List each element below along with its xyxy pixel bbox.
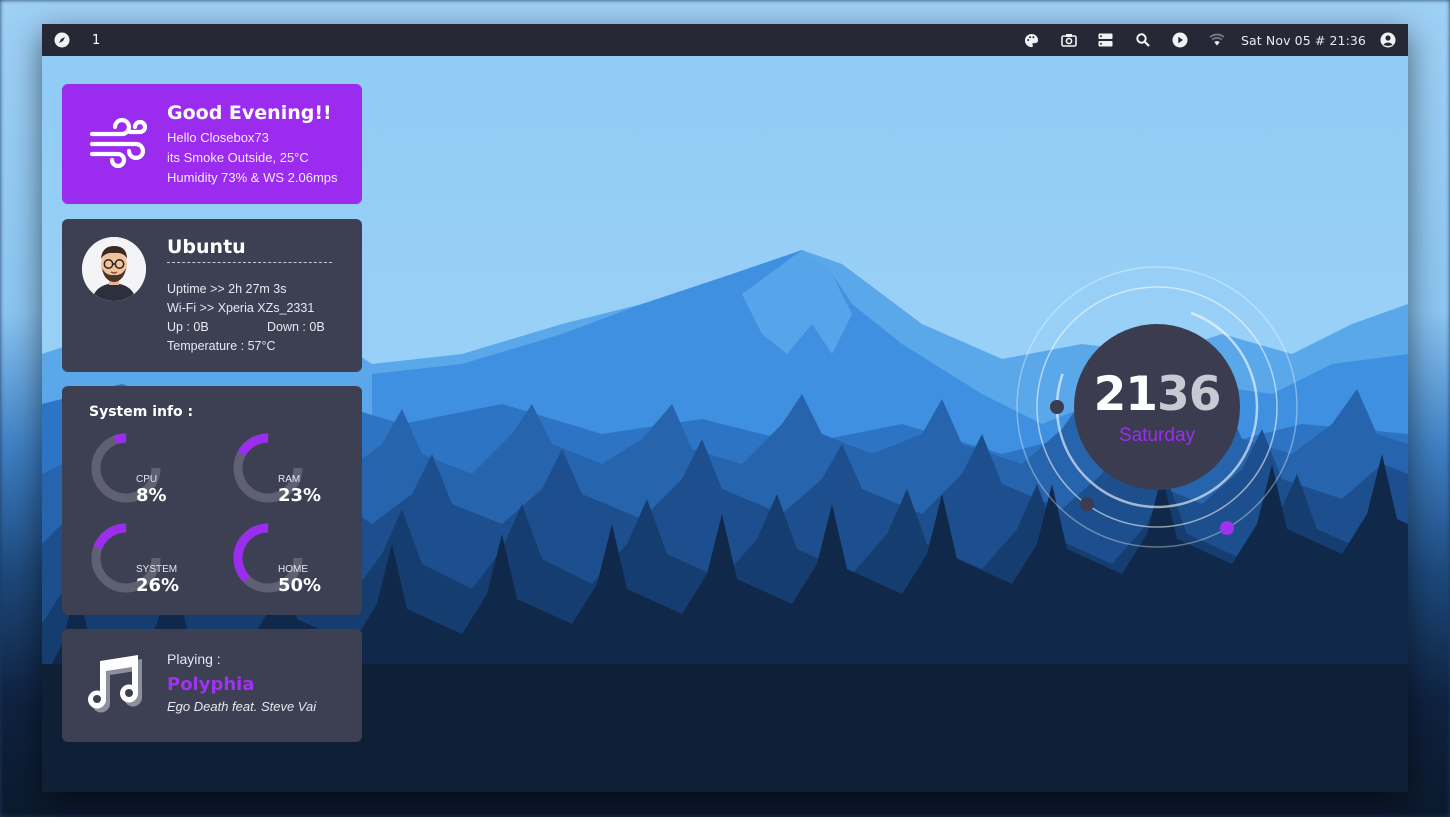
play-icon[interactable]: [1161, 24, 1198, 56]
weather-condition: its Smoke Outside, 25°C: [167, 150, 309, 165]
temperature-text: Temperature : 57°C: [167, 339, 276, 353]
os-title: Ubuntu: [167, 236, 246, 258]
clock-hour: 21: [1093, 367, 1158, 422]
gauge-value: 23%: [278, 485, 322, 506]
music-card: Playing : Polyphia Ego Death feat. Steve…: [62, 629, 362, 742]
clock-dot-bottom: [1080, 497, 1094, 511]
panel-clock[interactable]: Sat Nov 05 # 21:36: [1235, 33, 1376, 48]
weather-humidity: Humidity 73% & WS 2.06mps: [167, 170, 338, 185]
clock-dot-accent: [1220, 521, 1234, 535]
avatar: [82, 237, 146, 301]
greeting-title: Good Evening!!: [167, 102, 332, 124]
gauge-label: SYSTEM: [136, 564, 178, 575]
home-gauge: HOME 50%: [232, 522, 382, 607]
palette-icon[interactable]: [1013, 24, 1050, 56]
clock-widget: 2136 Saturday: [1012, 262, 1302, 552]
cpu-gauge: CPU 8%: [90, 432, 240, 517]
profile-card: Ubuntu Uptime >> 2h 27m 3s Wi-Fi >> Xper…: [62, 219, 362, 372]
system-info-card: System info : CPU 8% RAM 23% SYSTEM 26% …: [62, 386, 362, 615]
wind-icon: [88, 117, 150, 169]
track-title: Ego Death feat. Steve Vai: [167, 699, 317, 714]
top-panel: 1 Sat Nov 05 # 21:36: [42, 24, 1408, 56]
desktop-screen: 1 Sat Nov 05 # 21:36 Good Evening!! Hell…: [42, 24, 1408, 792]
search-icon[interactable]: [1124, 24, 1161, 56]
server-icon[interactable]: [1087, 24, 1124, 56]
gauge-value: 8%: [136, 485, 167, 506]
playing-label: Playing :: [167, 651, 221, 667]
gauge-value: 50%: [278, 575, 322, 596]
gauge-label: CPU: [136, 474, 158, 485]
camera-icon[interactable]: [1050, 24, 1087, 56]
ram-gauge: RAM 23%: [232, 432, 382, 517]
music-note-icon: [82, 653, 148, 717]
divider: [167, 262, 332, 263]
workspace-indicator[interactable]: 1: [92, 33, 100, 48]
gauge-label: RAM: [278, 474, 301, 485]
upload-text: Up : 0B: [167, 320, 209, 334]
artist-name: Polyphia: [167, 674, 255, 695]
clock-time: 2136: [1012, 367, 1302, 422]
wifi-text: Wi-Fi >> Xperia XZs_2331: [167, 301, 315, 315]
clock-minute: 36: [1157, 367, 1221, 422]
gauge-value: 26%: [136, 575, 180, 596]
compass-icon[interactable]: [54, 24, 70, 56]
system-info-title: System info :: [89, 404, 194, 420]
user-icon[interactable]: [1376, 24, 1400, 56]
uptime-text: Uptime >> 2h 27m 3s: [167, 282, 287, 296]
weather-card: Good Evening!! Hello Closebox73 its Smok…: [62, 84, 362, 204]
wifi-icon[interactable]: [1198, 24, 1235, 56]
greeting-user: Hello Closebox73: [167, 130, 269, 145]
clock-day: Saturday: [1118, 425, 1196, 446]
system-gauge: SYSTEM 26%: [90, 522, 240, 607]
gauge-label: HOME: [278, 564, 308, 575]
download-text: Down : 0B: [267, 320, 325, 334]
